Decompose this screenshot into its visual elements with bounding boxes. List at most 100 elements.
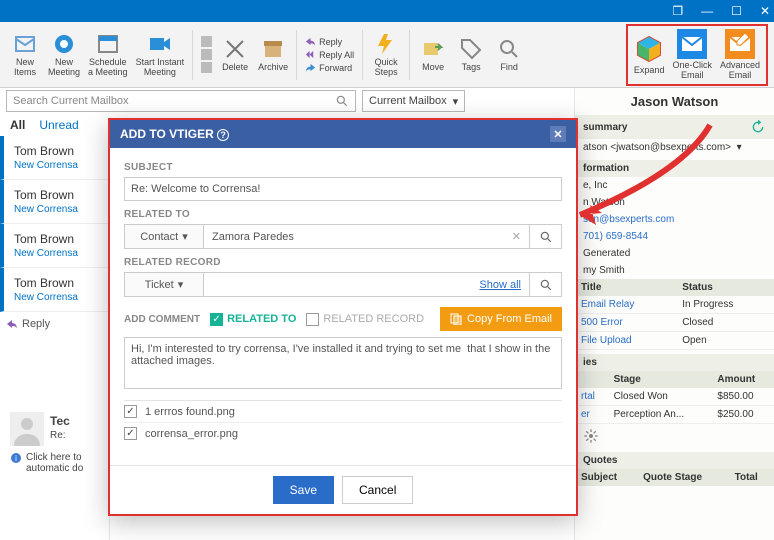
related-to-checkbox[interactable]: ✓RELATED TO	[210, 313, 296, 326]
comment-textarea[interactable]: Hi, I'm interested to try corrensa, I've…	[124, 337, 562, 389]
instant-meeting-button[interactable]: Start Instant Meeting	[132, 30, 189, 80]
related-record-checkbox[interactable]: RELATED RECORD	[306, 313, 424, 326]
sender-avatar	[10, 412, 44, 446]
sender-name: Tec	[50, 414, 70, 428]
window-titlebar: ❐ — ☐ ✕	[0, 0, 774, 22]
mail-item[interactable]: Tom BrownNew Corrensa	[0, 268, 109, 312]
delete-button[interactable]: Delete	[216, 35, 254, 75]
related-value-input[interactable]: Zamora Paredes✕	[204, 224, 530, 249]
archive-button[interactable]: Archive	[254, 35, 292, 75]
advanced-email-button[interactable]: Advanced Email	[720, 29, 760, 81]
move-button[interactable]: Move	[414, 35, 452, 75]
gear-icon[interactable]	[583, 428, 599, 444]
table-row[interactable]: rtalClosed Won$850.00	[575, 388, 774, 406]
reply-button[interactable]: Reply	[305, 36, 354, 47]
reply-icon	[6, 318, 18, 330]
attachment-filename: 1 errros found.png	[145, 406, 235, 418]
svg-text:i: i	[15, 454, 17, 463]
record-type-dropdown[interactable]: Ticket▾	[124, 272, 204, 297]
attachment-checkbox[interactable]: ✓	[124, 427, 137, 440]
schedule-meeting-button[interactable]: Schedule a Meeting	[84, 30, 132, 80]
filter-unread[interactable]: Unread	[39, 118, 78, 132]
dialog-header: ADD TO VTIGER ? ✕	[110, 120, 576, 148]
information-header: formation	[575, 160, 774, 177]
new-meeting-button[interactable]: New Meeting	[44, 30, 84, 80]
record-value-input[interactable]: Show all	[204, 272, 530, 297]
forward-button[interactable]: Forward	[305, 62, 354, 73]
save-button[interactable]: Save	[273, 476, 334, 504]
copy-from-email-button[interactable]: Copy From Email	[440, 307, 562, 331]
reply-bar[interactable]: Reply	[0, 312, 109, 336]
mail-item[interactable]: Tom BrownNew Corrensa	[0, 136, 109, 180]
related-type-dropdown[interactable]: Contact▾	[124, 224, 204, 249]
col-subject: Subject	[575, 469, 637, 486]
dialog-close-button[interactable]: ✕	[550, 126, 566, 142]
table-row[interactable]: Email RelayIn Progress	[575, 296, 774, 314]
mail-preview: New Corrensa	[14, 204, 103, 215]
attachment-item[interactable]: ✓corrensa_error.png	[124, 422, 562, 444]
addin-highlight-box: Expand One-Click Email Advanced Email	[626, 24, 768, 86]
minimize-icon[interactable]: —	[701, 4, 713, 18]
show-all-link[interactable]: Show all	[479, 279, 521, 291]
help-icon[interactable]: ?	[217, 129, 229, 141]
record-search-button[interactable]	[530, 272, 562, 297]
expand-button[interactable]: Expand	[634, 34, 665, 76]
dialog-footer: Save Cancel	[110, 465, 576, 514]
search-input[interactable]: Search Current Mailbox	[6, 90, 356, 112]
one-click-email-button[interactable]: One-Click Email	[672, 29, 712, 81]
mail-from: Tom Brown	[14, 144, 103, 158]
search-placeholder: Search Current Mailbox	[13, 95, 129, 107]
col-status: Status	[676, 279, 774, 296]
ribbon-mini-2[interactable]	[201, 49, 212, 60]
mail-from: Tom Brown	[14, 276, 103, 290]
tags-button[interactable]: Tags	[452, 35, 490, 75]
related-search-button[interactable]	[530, 224, 562, 249]
refresh-icon[interactable]	[750, 119, 766, 135]
mail-preview: New Corrensa	[14, 248, 103, 259]
reading-pane: Tec Re: i Click here to automatic do	[10, 412, 83, 474]
checkbox-unchecked-icon	[306, 313, 319, 326]
attachment-checkbox[interactable]: ✓	[124, 405, 137, 418]
mail-from: Tom Brown	[14, 188, 103, 202]
ribbon-small-group1	[197, 36, 216, 73]
mail-item[interactable]: Tom Brown New Corrensa	[0, 180, 109, 224]
close-icon[interactable]: ✕	[760, 4, 770, 18]
summary-panel: Jason Watson summary atson <jwatson@bsex…	[574, 88, 774, 540]
table-row[interactable]: erPerception An...$250.00	[575, 406, 774, 424]
reply-group: Reply Reply All Forward	[301, 36, 358, 73]
find-button[interactable]: Find	[490, 35, 528, 75]
ribbon-mini-3[interactable]	[201, 62, 212, 73]
mail-item[interactable]: Tom BrownNew Corrensa	[0, 224, 109, 268]
search-scope-dropdown[interactable]: Current Mailbox ▾	[362, 90, 465, 112]
contact-email-link[interactable]: son@bsexperts.com	[583, 214, 674, 225]
copy-icon	[450, 313, 462, 325]
ribbon: New Items New Meeting Schedule a Meeting…	[0, 22, 774, 88]
reply-all-button[interactable]: Reply All	[305, 49, 354, 60]
filter-all[interactable]: All	[10, 118, 25, 132]
contact-email-dropdown[interactable]: atson <jwatson@bsexperts.com> ▾	[575, 139, 774, 156]
cancel-button[interactable]: Cancel	[342, 476, 413, 504]
quotes-header: Quotes	[575, 452, 774, 469]
restore-icon[interactable]: ❐	[672, 4, 683, 18]
source-line: Generated	[575, 245, 774, 262]
clear-icon[interactable]: ✕	[512, 230, 521, 243]
quick-steps-button[interactable]: Quick Steps	[367, 30, 405, 80]
opportunities-table: StageAmount rtalClosed Won$850.00 erPerc…	[575, 371, 774, 424]
new-items-button[interactable]: New Items	[6, 30, 44, 80]
col-total: Total	[729, 469, 774, 486]
contact-phone-link[interactable]: 701) 659-8544	[583, 231, 648, 242]
checkbox-checked-icon: ✓	[210, 313, 223, 326]
caret-down-icon: ▾	[178, 278, 184, 291]
search-scope-label: Current Mailbox	[369, 95, 447, 107]
table-row[interactable]: File UploadOpen	[575, 332, 774, 350]
ribbon-mini-1[interactable]	[201, 36, 212, 47]
attachment-item[interactable]: ✓ 1 errros found.png	[124, 400, 562, 422]
opportunities-header: ies	[575, 354, 774, 371]
maximize-icon[interactable]: ☐	[731, 4, 742, 18]
quotes-table: SubjectQuote StageTotal	[575, 469, 774, 486]
auto-download-text: Click here to automatic do	[26, 452, 83, 474]
add-comment-label: ADD COMMENT	[124, 314, 200, 325]
table-row[interactable]: 500 ErrorClosed	[575, 314, 774, 332]
subject-input[interactable]	[124, 177, 562, 201]
auto-download-notice[interactable]: i Click here to automatic do	[10, 452, 83, 474]
